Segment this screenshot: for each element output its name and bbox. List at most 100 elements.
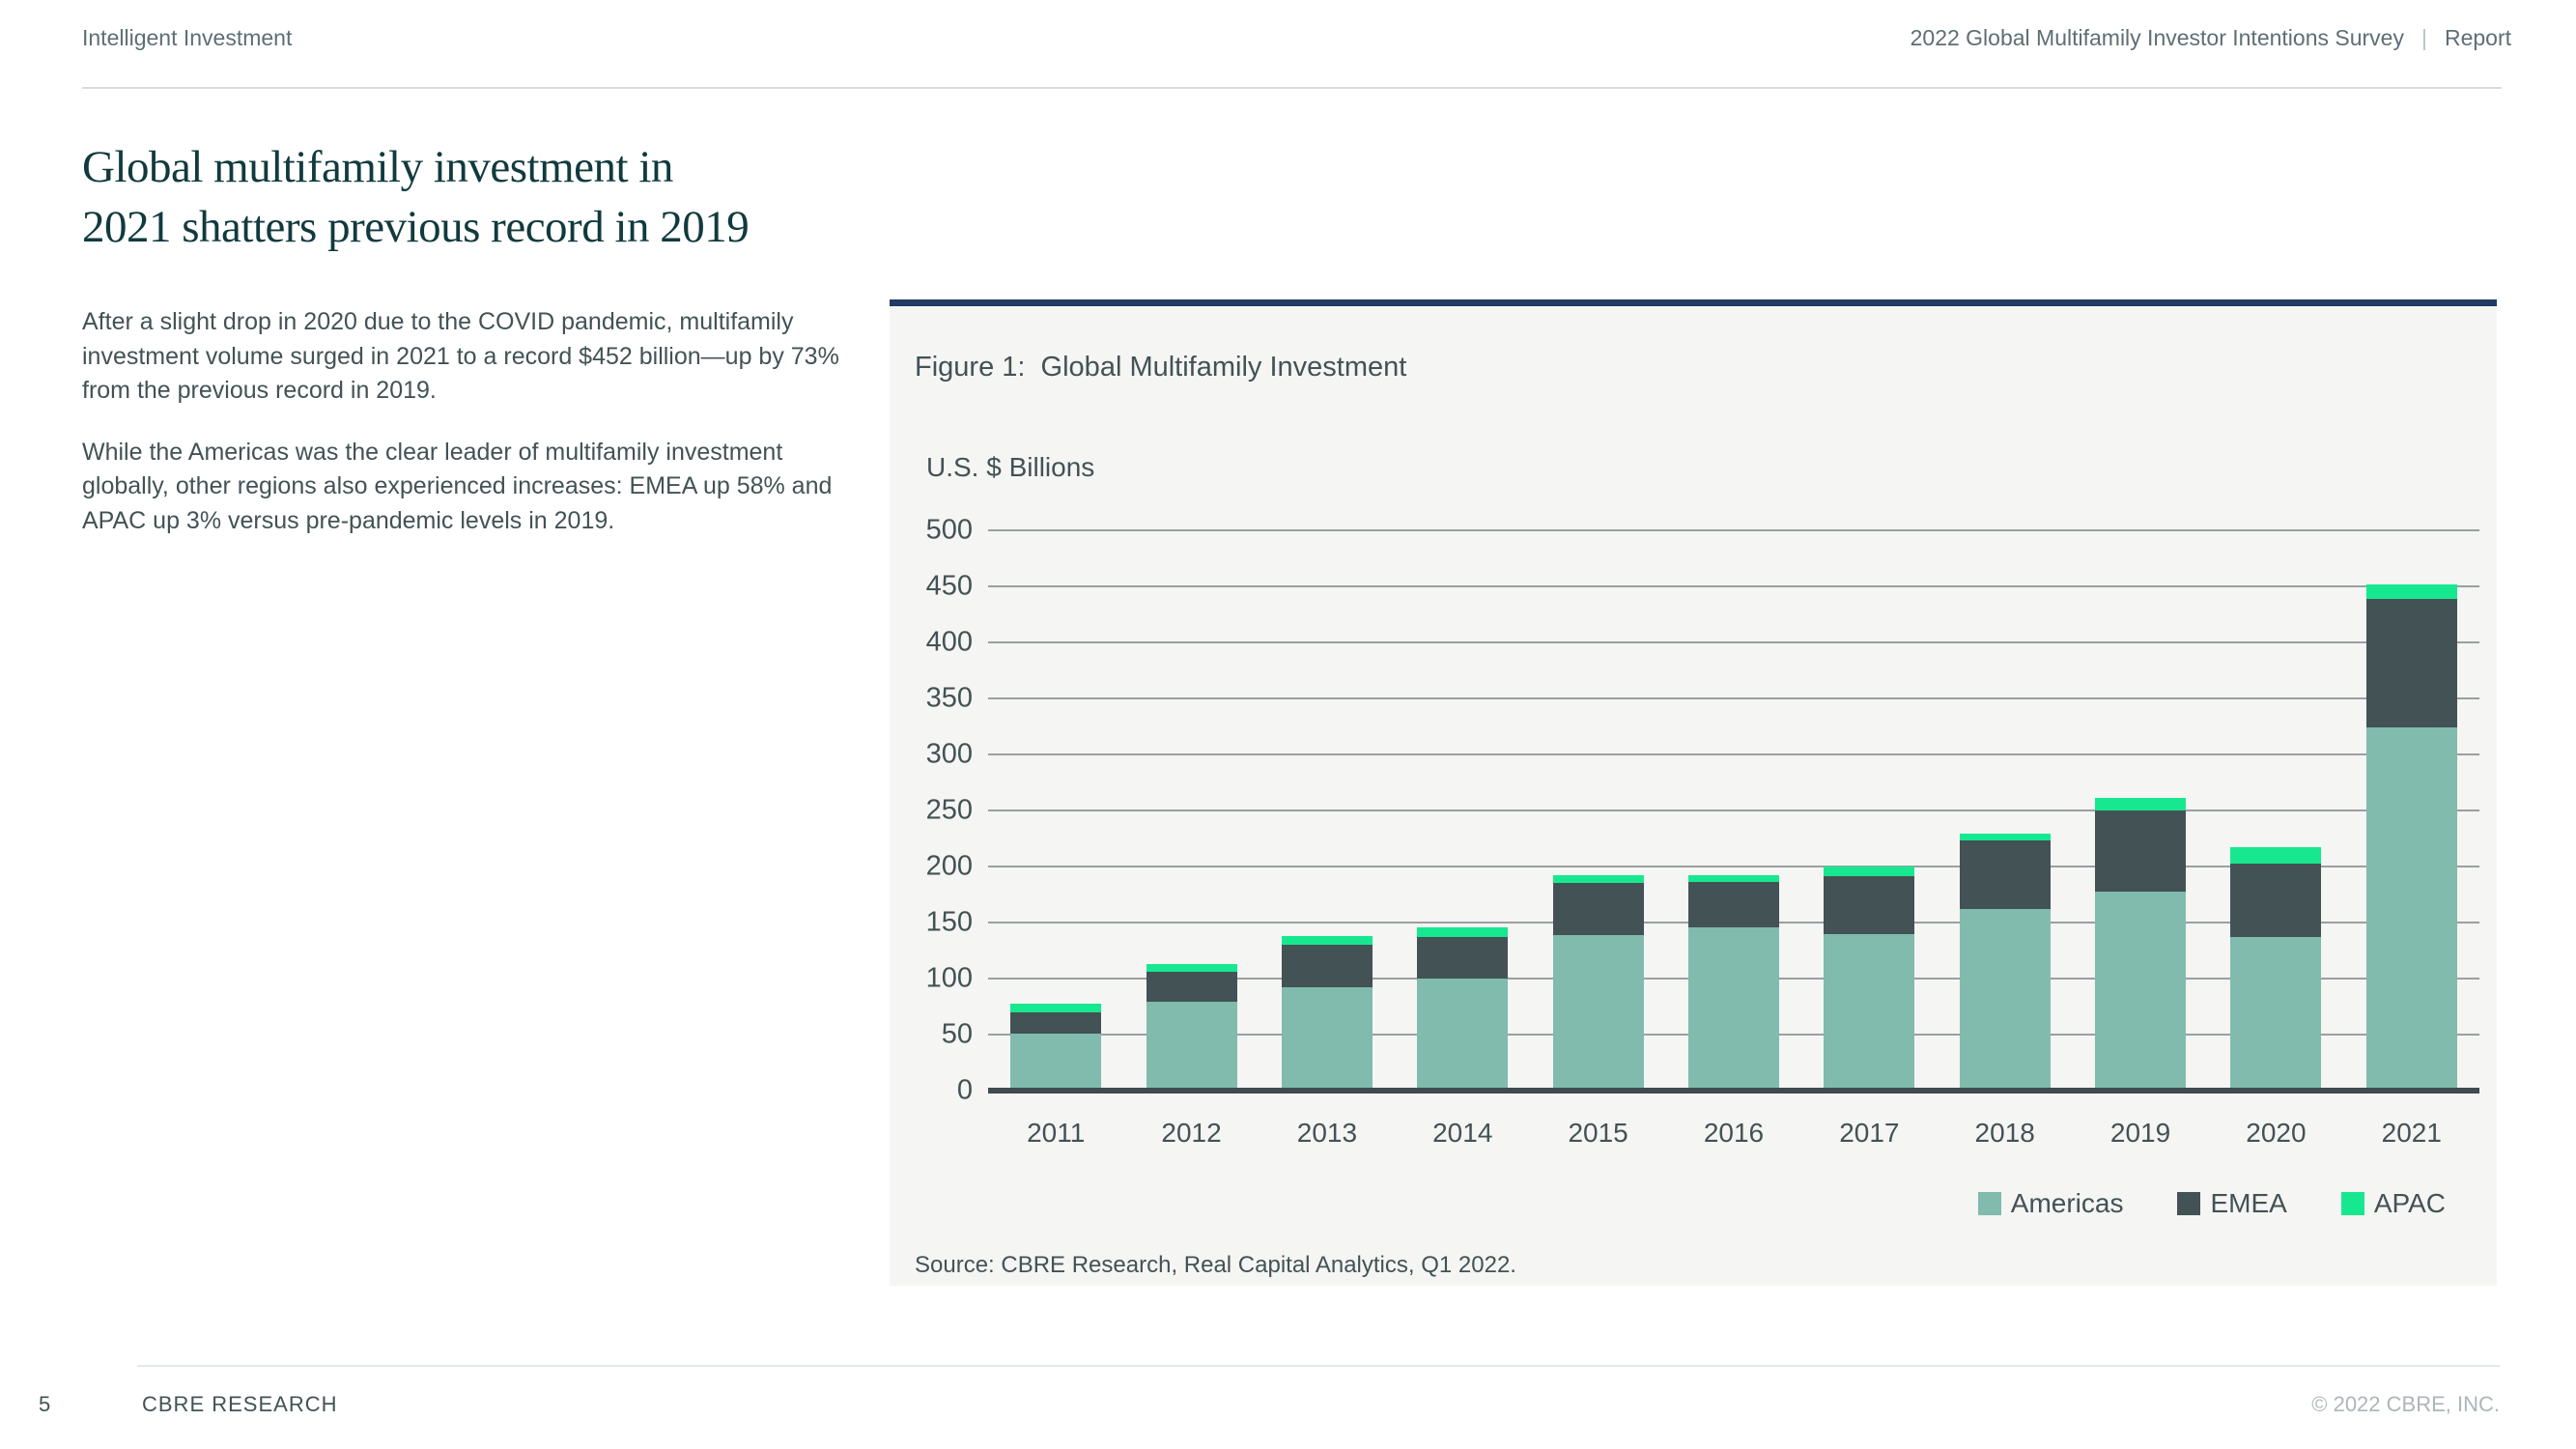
y-tick-label-400: 400 [925,626,973,658]
page-number: 5 [39,1392,51,1416]
bar-segment-americas-2012 [1146,1002,1237,1091]
bar-segment-emea-2015 [1552,883,1644,935]
bar-segment-americas-2018 [1959,909,2051,1091]
x-tick-label-2011: 2011 [1027,1118,1086,1148]
figure-accent-bar [890,299,2497,306]
figure-title: Figure 1: Global Multifamily Investment [915,352,1407,383]
x-tick-label-2012: 2012 [1161,1118,1222,1148]
body-paragraph-2: While the Americas was the clear leader … [82,438,833,534]
x-tick-label-2018: 2018 [1974,1118,2035,1148]
bar-segment-emea-2012 [1146,972,1237,1003]
body-paragraph-1: After a slight drop in 2020 due to the C… [82,308,839,404]
stacked-bar-2018 [1959,834,2051,1091]
header-report-tag: Report [2444,25,2511,50]
bar-segment-americas-2011 [1010,1033,1102,1091]
header-survey-title: 2022 Global Multifamily Investor Intenti… [1910,25,2404,50]
x-tick-label-2017: 2017 [1839,1118,1900,1148]
y-tick-label-250: 250 [925,794,973,826]
stacked-bar-2017 [1824,867,1915,1091]
footer-brand: CBRE RESEARCH [142,1392,338,1416]
page-title: Global multifamily investment in 2021 sh… [82,137,750,257]
bar-slot-2019 [2073,798,2208,1091]
bar-segment-apac-2012 [1146,963,1237,973]
bar-segment-americas-2013 [1281,987,1373,1091]
legend-item-emea: EMEA [2177,1188,2287,1219]
bar-slot-2020 [2208,847,2343,1091]
page-title-line2: 2021 shatters previous record in 2019 [82,202,750,252]
report-page: Intelligent Investment 2022 Global Multi… [0,0,2576,1449]
stacked-bar-2020 [2230,847,2322,1091]
y-tick-label-350: 350 [925,682,973,714]
x-tick-label-2020: 2020 [2246,1118,2307,1148]
legend-item-americas: Americas [1977,1188,2124,1219]
legend-swatch-americas [1977,1192,2001,1215]
bar-segment-emea-2011 [1010,1011,1102,1034]
footer-copyright: © 2022 CBRE, INC. [2311,1392,2500,1416]
bar-segment-apac-2018 [1959,834,2051,841]
x-tick-label-2021: 2021 [2381,1118,2442,1148]
x-tick-label-2014: 2014 [1432,1118,1493,1148]
bar-segment-emea-2013 [1281,945,1373,988]
y-tick-label-450: 450 [925,570,973,602]
bar-segment-emea-2017 [1824,876,1915,934]
bar-segment-americas-2021 [2365,727,2457,1091]
bar-segment-apac-2017 [1824,867,1915,877]
bar-slot-2014 [1395,926,1530,1091]
stacked-bar-2019 [2095,798,2187,1091]
y-tick-label-50: 50 [941,1018,973,1050]
y-axis-title: U.S. $ Billions [926,452,1095,482]
bar-slot-2011 [988,1003,1123,1091]
bar-segment-emea-2021 [2365,598,2457,728]
stacked-bar-2021 [2365,583,2457,1091]
header-divider [82,87,2502,89]
article-body: After a slight drop in 2020 due to the C… [82,305,860,565]
x-axis-line [988,1088,2479,1094]
stacked-bar-2012 [1146,963,1237,1091]
x-tick-label-2019: 2019 [2109,1118,2171,1148]
figure-panel: Figure 1: Global Multifamily Investment … [890,299,2497,1286]
stacked-bar-2013 [1281,935,1373,1091]
y-tick-label-100: 100 [925,962,973,994]
bar-segment-americas-2017 [1824,933,1915,1091]
stacked-bar-2015 [1552,875,1644,1091]
header-left-label: Intelligent Investment [82,25,293,50]
x-tick-label-2015: 2015 [1568,1118,1628,1148]
header-separator: | [2420,25,2427,50]
bar-segment-americas-2019 [2095,891,2187,1091]
bar-segment-americas-2016 [1687,926,1779,1091]
legend-label-emea: EMEA [2210,1188,2287,1218]
legend: Americas EMEA APAC [1977,1188,2446,1219]
bar-segment-emea-2020 [2230,863,2322,938]
stacked-bar-2011 [1010,1003,1102,1091]
bar-segment-apac-2014 [1417,926,1509,938]
plot-area [988,529,2479,1094]
bar-segment-emea-2016 [1687,882,1779,927]
page-title-line1: Global multifamily investment in [82,142,673,192]
bar-segment-apac-2021 [2365,583,2457,599]
figure-source: Source: CBRE Research, Real Capital Anal… [915,1252,1516,1278]
bar-segment-emea-2019 [2095,810,2187,892]
bar-segment-apac-2013 [1281,935,1373,946]
legend-label-americas: Americas [2010,1188,2124,1218]
bar-segment-apac-2016 [1687,875,1779,883]
bar-segment-apac-2015 [1552,875,1644,884]
legend-item-apac: APAC [2340,1188,2446,1219]
y-tick-label-150: 150 [925,906,973,938]
footer-divider [137,1365,2500,1367]
bar-segment-americas-2015 [1552,934,1644,1091]
y-tick-label-500: 500 [925,514,973,546]
y-tick-label-0: 0 [956,1074,973,1106]
bar-segment-americas-2020 [2230,937,2322,1091]
legend-swatch-apac [2340,1192,2364,1215]
y-axis-labels: 0 50 100 150 200 250 300 350 400 450 500 [907,516,973,1104]
bar-slot-2015 [1530,875,1665,1091]
bar-slot-2012 [1123,963,1259,1091]
bar-slot-2018 [1938,834,2073,1091]
legend-label-apac: APAC [2373,1188,2446,1218]
bar-segment-emea-2018 [1959,840,2051,910]
bars [988,530,2479,1091]
bar-slot-2017 [1801,867,1937,1091]
bar-segment-emea-2014 [1417,937,1509,979]
bar-slot-2016 [1666,875,1801,1091]
bar-slot-2021 [2344,583,2479,1091]
